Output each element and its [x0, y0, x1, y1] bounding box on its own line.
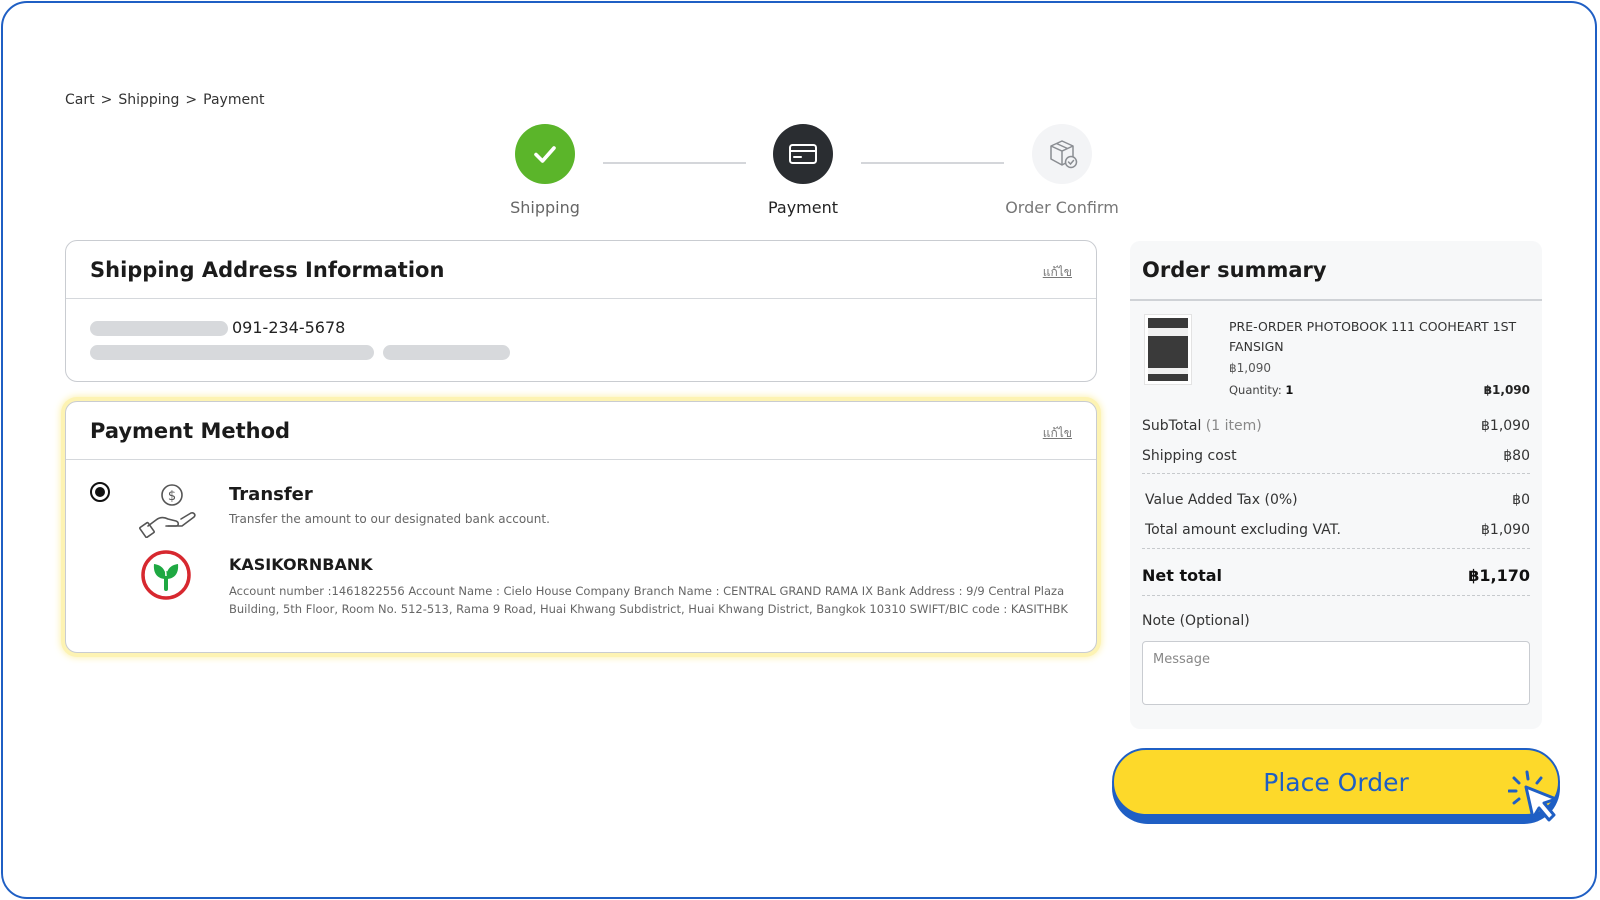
shipping-address-title: Shipping Address Information	[90, 258, 445, 282]
step-payment: Payment	[733, 124, 873, 217]
bank-account-details: Account number :1461822556 Account Name …	[229, 584, 1068, 616]
net-total-row: Net total ฿1,170	[1142, 566, 1530, 585]
summary-divider	[1130, 299, 1542, 301]
check-icon	[515, 124, 575, 184]
transfer-description: Transfer the amount to our designated ba…	[229, 512, 550, 526]
vat-row: Value Added Tax (0%) ฿0	[1145, 492, 1530, 508]
breadcrumb-shipping[interactable]: Shipping	[118, 92, 179, 108]
bank-name: KASIKORNBANK	[229, 555, 373, 574]
step-order-confirm: Order Confirm	[992, 124, 1132, 217]
edit-payment-link[interactable]: แก้ไข	[1043, 424, 1072, 443]
payment-method-title: Payment Method	[90, 419, 291, 443]
card-header: Payment Method แก้ไข	[66, 402, 1096, 460]
radio-selected-dot	[95, 487, 105, 497]
subtotal-label: SubTotal	[1142, 418, 1202, 434]
dashed-divider	[1142, 473, 1530, 474]
credit-card-icon	[773, 124, 833, 184]
product-line-total: ฿1,090	[1483, 383, 1530, 397]
redacted-address	[383, 345, 510, 360]
stepper-line	[861, 162, 1004, 164]
vat-label: Value Added Tax (0%)	[1145, 492, 1298, 508]
redacted-address	[90, 345, 374, 360]
step-label: Payment	[767, 198, 839, 217]
excl-vat-row: Total amount excluding VAT. ฿1,090	[1145, 522, 1530, 538]
breadcrumb-cart[interactable]: Cart	[65, 92, 95, 108]
step-label: Shipping	[510, 198, 580, 217]
dashed-divider	[1142, 595, 1530, 596]
excl-vat-label: Total amount excluding VAT.	[1145, 522, 1341, 538]
shipping-cost-row: Shipping cost ฿80	[1142, 448, 1530, 464]
quantity-value: 1	[1285, 383, 1294, 397]
page-frame: Cart > Shipping > Payment Shipping Payment	[1, 1, 1597, 899]
breadcrumb: Cart > Shipping > Payment	[65, 92, 264, 108]
subtotal-row: SubTotal (1 item) ฿1,090	[1142, 418, 1530, 434]
product-unit-price: ฿1,090	[1229, 361, 1271, 375]
transfer-title: Transfer	[229, 484, 313, 505]
dashed-divider	[1142, 548, 1530, 549]
product-name: PRE-ORDER PHOTOBOOK 111 COOHEART 1ST FAN…	[1229, 319, 1517, 354]
payment-method-card: Payment Method แก้ไข $ Transfer Transfer…	[65, 401, 1097, 653]
excl-vat-value: ฿1,090	[1481, 522, 1530, 538]
address-body: 091-234-5678	[66, 299, 1096, 360]
hand-money-icon: $	[139, 484, 196, 538]
place-order-button[interactable]: Place Order	[1112, 748, 1560, 816]
shipping-address-card: Shipping Address Information แก้ไข 091-2…	[65, 240, 1097, 382]
payment-body: $ Transfer Transfer the amount to our de…	[66, 460, 1096, 650]
step-label: Order Confirm	[1005, 198, 1119, 217]
stepper-line	[603, 162, 746, 164]
phone-number: 091-234-5678	[232, 318, 346, 337]
shipping-cost-value: ฿80	[1503, 448, 1530, 464]
note-message-input[interactable]	[1142, 641, 1530, 705]
note-label: Note (Optional)	[1142, 613, 1250, 629]
redacted-name	[90, 321, 228, 336]
breadcrumb-payment: Payment	[203, 92, 265, 108]
subtotal-value: ฿1,090	[1481, 418, 1530, 434]
step-shipping: Shipping	[475, 124, 615, 217]
quantity-label: Quantity:	[1229, 383, 1282, 397]
subtotal-count: (1 item)	[1205, 418, 1262, 434]
vat-value: ฿0	[1512, 492, 1530, 508]
product-quantity: Quantity: 1	[1229, 383, 1293, 397]
order-summary-title: Order summary	[1142, 258, 1327, 282]
breadcrumb-separator: >	[100, 92, 113, 108]
net-total-value: ฿1,170	[1468, 566, 1530, 585]
card-header: Shipping Address Information แก้ไข	[66, 241, 1096, 299]
breadcrumb-separator: >	[185, 92, 198, 108]
transfer-radio[interactable]	[90, 482, 110, 502]
net-total-label: Net total	[1142, 566, 1223, 585]
shipping-cost-label: Shipping cost	[1142, 448, 1237, 464]
kasikornbank-logo-icon	[141, 550, 191, 600]
svg-text:$: $	[168, 489, 176, 504]
package-check-icon	[1032, 124, 1092, 184]
order-summary-panel: Order summary PRE-ORDER PHOTOBOOK 111 CO…	[1130, 241, 1542, 729]
click-cursor-icon	[1508, 770, 1558, 822]
edit-shipping-link[interactable]: แก้ไข	[1043, 263, 1072, 282]
product-thumbnail	[1144, 314, 1192, 385]
